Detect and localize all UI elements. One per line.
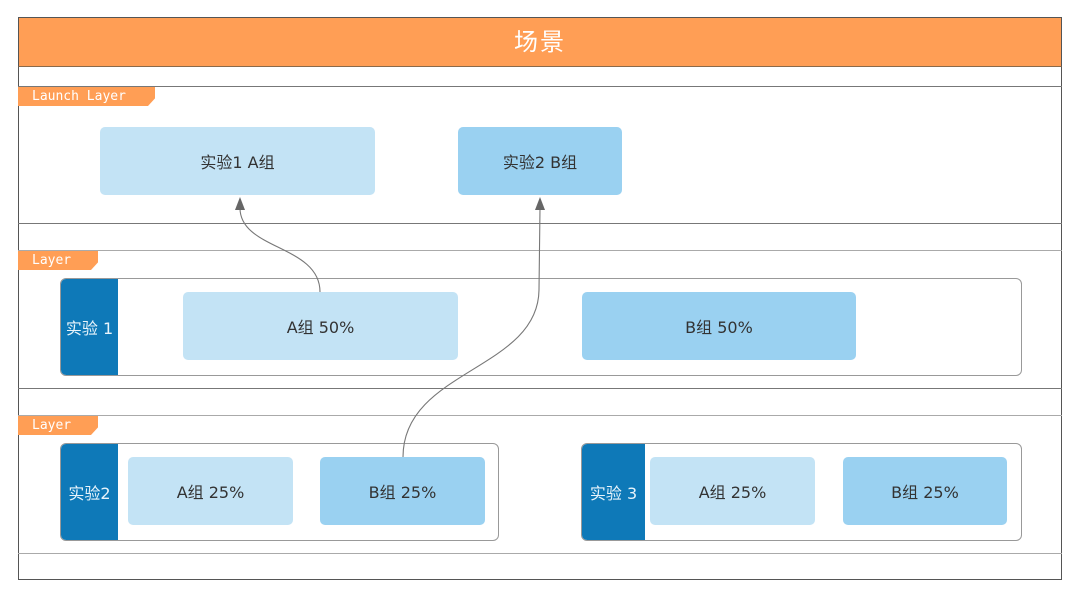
layer1-bottom-border	[18, 388, 1062, 389]
launch-layer-top-border	[18, 86, 1062, 87]
exp1-group-a[interactable]: A组 50%	[183, 292, 458, 360]
layer1-tab: Layer	[18, 251, 98, 270]
exp2-group-b[interactable]: B组 25%	[320, 457, 485, 525]
exp1-group-b[interactable]: B组 50%	[582, 292, 856, 360]
launch-layer-tab: Launch Layer	[18, 87, 155, 106]
experiment-1-label: 实验 1	[61, 279, 118, 375]
exp3-group-a[interactable]: A组 25%	[650, 457, 815, 525]
layer2-tab: Layer	[18, 416, 98, 435]
experiment-2-label: 实验2	[61, 444, 118, 540]
launch-layer-bottom-border	[18, 223, 1062, 224]
experiment-3-label: 实验 3	[582, 444, 645, 540]
exp3-group-b[interactable]: B组 25%	[843, 457, 1007, 525]
scene-title: 场景	[18, 17, 1062, 67]
launch-item-exp1-a[interactable]: 实验1 A组	[100, 127, 375, 195]
launch-item-exp2-b[interactable]: 实验2 B组	[458, 127, 622, 195]
layer1-top-border	[18, 250, 1062, 251]
exp2-group-a[interactable]: A组 25%	[128, 457, 293, 525]
layer2-bottom-border	[18, 553, 1062, 554]
layer2-top-border	[18, 415, 1062, 416]
